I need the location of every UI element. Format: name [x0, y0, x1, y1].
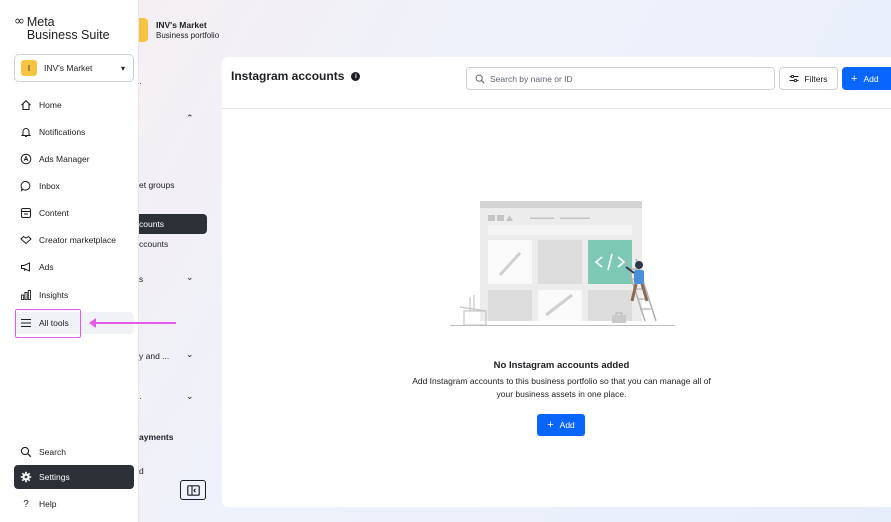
home-icon	[19, 98, 33, 112]
left-navigation: ∞ Meta Business Suite I INV's Market ▾ H…	[0, 0, 139, 522]
nav-home-label: Home	[39, 100, 62, 110]
panel-header: Instagram accounts i Filters + Add	[222, 57, 891, 109]
meta-business-suite-logo[interactable]: ∞ Meta Business Suite	[14, 14, 110, 42]
logo-line-2: Business Suite	[26, 28, 110, 42]
account-selector[interactable]: I INV's Market ▾	[14, 54, 134, 82]
add-instagram-account-button[interactable]: + Add	[537, 414, 585, 436]
portfolio-name: INV's Market	[156, 20, 207, 30]
collapse-sidebar-button[interactable]	[180, 480, 206, 500]
subnav-item-section[interactable]: s	[139, 274, 143, 284]
empty-state-title: No Instagram accounts added	[493, 360, 630, 371]
menu-icon	[19, 316, 33, 330]
main-panel: Instagram accounts i Filters + Add	[222, 57, 891, 507]
nav-ads-manager[interactable]: Ads Manager	[14, 148, 134, 170]
search-icon	[475, 74, 485, 84]
subnav-item-asset-groups[interactable]: et groups	[139, 180, 174, 190]
nav-notifications[interactable]: Notifications	[14, 121, 134, 143]
nav-ads-manager-label: Ads Manager	[39, 154, 90, 164]
nav-notifications-label: Notifications	[39, 127, 86, 137]
filter-sliders-icon	[789, 74, 799, 83]
nav-inbox-label: Inbox	[39, 181, 60, 191]
megaphone-icon	[19, 260, 33, 274]
nav-search-label: Search	[39, 447, 66, 457]
nav-home[interactable]: Home	[14, 94, 134, 116]
nav-inbox[interactable]: Inbox	[14, 175, 134, 197]
info-icon[interactable]: i	[351, 71, 361, 81]
nav-content[interactable]: Content	[14, 202, 134, 224]
plus-icon: +	[547, 419, 554, 431]
chevron-up-icon[interactable]: ⌃	[186, 113, 194, 124]
annotation-arrow-icon	[89, 318, 176, 328]
ads-manager-icon	[19, 152, 33, 166]
bar-chart-icon	[19, 288, 33, 302]
chat-bubble-icon	[19, 179, 33, 193]
nav-creator-marketplace[interactable]: Creator marketplace	[14, 229, 134, 251]
meta-logo-icon: ∞	[14, 14, 25, 29]
chevron-down-icon[interactable]: ⌄	[186, 349, 194, 360]
nav-help-label: Help	[39, 499, 57, 509]
gear-icon	[19, 470, 33, 484]
subnav-fragment: ·	[139, 393, 142, 403]
nav-help[interactable]: ? Help	[14, 493, 134, 515]
nav-content-label: Content	[39, 208, 69, 218]
subnav-active-label: counts	[139, 219, 165, 229]
portfolio-subtitle: Business portfolio	[156, 31, 220, 40]
subnav-item-accounts[interactable]: ccounts	[139, 239, 168, 249]
nav-insights[interactable]: Insights	[14, 284, 134, 306]
plus-icon: +	[851, 72, 858, 85]
subnav-item-payments[interactable]: ayments	[139, 432, 174, 442]
nav-settings-label: Settings	[39, 472, 70, 482]
search-input[interactable]	[490, 73, 760, 84]
nav-search[interactable]: Search	[14, 441, 134, 463]
page-title-text: Instagram accounts	[231, 69, 345, 83]
nav-all-tools-label: All tools	[39, 318, 69, 328]
bell-icon	[19, 125, 33, 139]
sidebar-toggle-icon	[186, 484, 200, 496]
search-box[interactable]	[466, 67, 775, 90]
nav-ads-label: Ads	[39, 262, 54, 272]
content-icon	[19, 206, 33, 220]
add-label: Add	[863, 73, 879, 84]
page-title: Instagram accounts i	[231, 69, 361, 83]
empty-state-illustration	[450, 201, 675, 326]
chevron-down-icon[interactable]: ⌄	[186, 272, 194, 283]
caret-down-icon: ▾	[120, 63, 125, 73]
subnav-fragment[interactable]: d	[139, 466, 144, 476]
nav-settings[interactable]: Settings	[14, 465, 134, 489]
subnav-item-safety[interactable]: y and ...	[139, 351, 169, 361]
settings-sidebar: · ⌃ et groups counts ccounts s ⌄ y and .…	[139, 0, 221, 522]
help-icon: ?	[23, 498, 29, 510]
search-icon	[19, 445, 33, 459]
subnav-item-instagram-accounts[interactable]: counts	[139, 214, 207, 234]
add-center-label: Add	[559, 420, 575, 430]
chevron-down-icon[interactable]: ⌄	[186, 391, 194, 402]
account-avatar: I	[21, 60, 37, 76]
nav-ads[interactable]: Ads	[14, 256, 134, 278]
subnav-fragment: ·	[139, 78, 142, 88]
filters-label: Filters	[804, 73, 828, 84]
handshake-icon	[19, 233, 33, 247]
add-button[interactable]: + Add	[842, 67, 891, 90]
nav-creator-marketplace-label: Creator marketplace	[39, 235, 117, 245]
account-name: INV's Market	[44, 63, 93, 73]
nav-insights-label: Insights	[39, 290, 69, 300]
empty-state-description: Add Instagram accounts to this business …	[412, 376, 711, 399]
filters-button[interactable]: Filters	[779, 67, 838, 90]
